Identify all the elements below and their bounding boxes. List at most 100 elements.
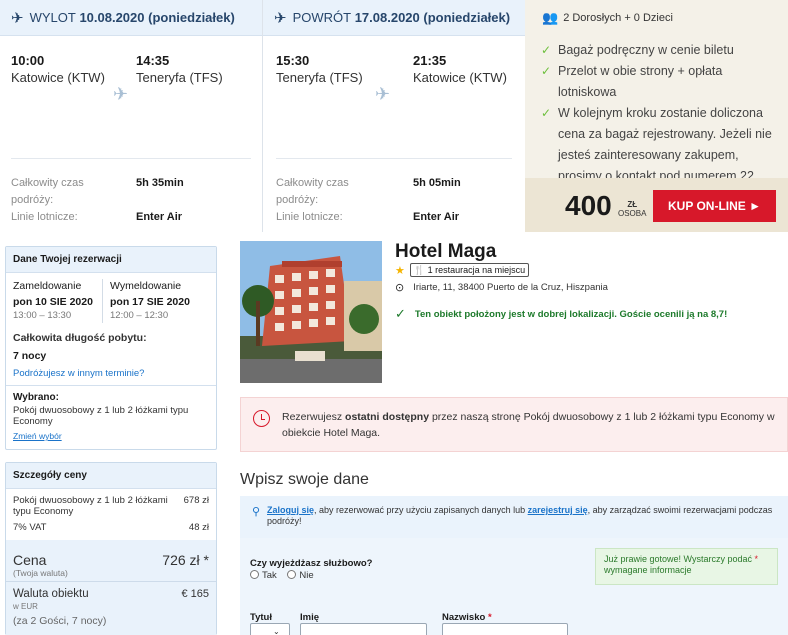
plane-icon: ✈ (375, 84, 391, 104)
outbound-airline: Enter Air (136, 211, 183, 223)
radio-yes[interactable]: Tak (250, 570, 277, 581)
radio-icon (250, 570, 259, 579)
form-title: Wpisz swoje dane (240, 471, 369, 488)
divider (6, 385, 216, 386)
inbound-label: POWRÓT (292, 10, 352, 25)
clock-icon (253, 410, 270, 427)
checkmark-icon: ✓ (395, 306, 406, 321)
vat-value: 48 zł (188, 522, 209, 533)
login-prompt: ⚲ Zaloguj się, aby rezerwować przy użyci… (240, 496, 788, 538)
star-icon: ★ (395, 264, 405, 277)
hotel-photo-image (240, 241, 382, 383)
change-choice-link[interactable]: Zmień wybór (13, 431, 62, 441)
location-note-row: ✓ Ten obiekt położony jest w dobrej loka… (395, 306, 727, 322)
cutlery-icon: 🍴 (413, 265, 426, 275)
chevron-down-icon: ⌄ (273, 627, 280, 635)
local-currency-label: Waluta obiektu (13, 588, 89, 600)
hotel-name: Hotel Maga (395, 241, 497, 262)
outbound-airline-label: Linie lotnicze: (11, 211, 78, 223)
outbound-date: 10.08.2020 (79, 10, 145, 25)
title-label: Tytuł (250, 612, 272, 623)
room-line: Pokój dwuosobowy z 1 lub 2 łóżkami typu … (13, 495, 168, 517)
inbound-airline-label: Linie lotnicze: (276, 211, 343, 223)
last-name-label: Nazwisko * (442, 612, 492, 623)
checkout-time: 12:00 – 12:30 (110, 310, 169, 321)
local-currency-sub: w EUR (13, 602, 38, 611)
checkin-date: pon 10 SIE 2020 (13, 296, 93, 308)
total-value: 726 zł * (162, 552, 209, 568)
register-link[interactable]: zarejestruj się (528, 505, 588, 515)
inbound-date: 17.08.2020 (354, 10, 420, 25)
reservation-title: Dane Twojej rezerwacji (6, 247, 216, 273)
stay-label: Całkowita długość pobytu: (13, 332, 147, 344)
hotel-address: Iriarte, 11, 38400 Puerto de la Cruz, Hi… (413, 282, 608, 293)
login-text: Zaloguj się, aby rezerwować przy użyciu … (267, 505, 773, 526)
outbound-duration-label: Całkowity czas podróży: (11, 177, 84, 206)
inbound-day: (poniedziałek) (423, 10, 511, 25)
outbound-arrival-time: 14:35 (136, 53, 170, 68)
vat-label: 7% VAT (13, 522, 47, 533)
hotel-address-row: ⊙ Iriarte, 11, 38400 Puerto de la Cruz, … (395, 281, 608, 294)
outbound-flight-panel: ✈ WYLOT 10.08.2020 (poniedziałek) 10:00 … (0, 0, 263, 232)
inbound-departure-time: 15:30 (276, 53, 310, 68)
local-currency-value: € 165 (181, 588, 209, 600)
checkout-date: pon 17 SIE 2020 (110, 296, 190, 308)
checkmark-icon: ✓ (541, 43, 552, 57)
hotel-photo[interactable] (240, 241, 382, 383)
divider (11, 158, 251, 159)
outbound-label: WYLOT (29, 10, 76, 25)
inbound-duration-label: Całkowity czas podróży: (276, 177, 349, 206)
last-name-input[interactable] (442, 623, 568, 635)
plane-takeoff-icon: ✈ (11, 9, 24, 27)
feature-item: ✓ Bagaż podręczny w cenie biletu (525, 40, 788, 61)
stay-value: 7 nocy (13, 350, 47, 362)
business-options: Tak Nie (250, 570, 314, 581)
restaurant-badge: 🍴 1 restauracja na miejscu (409, 263, 530, 277)
inbound-departure-city: Teneryfa (TFS) (276, 70, 363, 85)
other-dates-link[interactable]: Podróżujesz w innym terminie? (13, 368, 144, 379)
buy-online-button[interactable]: KUP ON-LINE ► (653, 190, 776, 222)
feature-item: ✓ Przelot w obie strony + opłata lotnisk… (525, 61, 788, 103)
outbound-departure-time: 10:00 (11, 53, 45, 68)
divider (276, 158, 512, 159)
last-room-alert: Rezerwujesz ostatni dostępny przez naszą… (240, 397, 788, 452)
radio-no[interactable]: Nie (287, 570, 314, 581)
total-sub: (Twoja waluta) (13, 568, 68, 578)
location-pin-icon: ⊙ (395, 282, 405, 294)
title-select[interactable]: ⌄ (250, 623, 290, 635)
location-note: Ten obiekt położony jest w dobrej lokali… (414, 308, 728, 320)
plane-icon: ✈ (113, 84, 129, 104)
radio-icon (287, 570, 297, 579)
outbound-arrival-city: Teneryfa (TFS) (136, 70, 223, 85)
almost-done-hint: Już prawie gotowe! Wystarczy podać * wyma… (595, 548, 778, 585)
room-price: 678 zł (183, 495, 209, 506)
inbound-airline: Enter Air (413, 211, 460, 223)
checkout-label: Wymeldowanie (110, 280, 182, 292)
total-label: Cena (13, 552, 47, 568)
inbound-arrival-city: Katowice (KTW) (413, 70, 507, 85)
price-details-box: Szczegóły ceny Pokój dwuosobowy z 1 lub … (5, 462, 217, 635)
business-question: Czy wyjeżdżasz służbowo? (250, 558, 373, 569)
outbound-day: (poniedziałek) (148, 10, 235, 25)
people-icon: 👥 (542, 10, 559, 25)
first-name-input[interactable] (300, 623, 427, 635)
inbound-flight-panel: ✈ POWRÓT 17.08.2020 (poniedziałek) 15:30… (263, 0, 525, 232)
checkin-time: 13:00 – 13:30 (13, 310, 72, 321)
reservation-box: Dane Twojej rezerwacji Zameldowanie pon … (5, 246, 217, 450)
guest-form: Czy wyjeżdżasz służbowo? Tak Nie Już pra… (240, 538, 788, 635)
passengers-row: 👥 2 Dorosłych + 0 Dzieci (525, 0, 788, 36)
first-name-label: Imię (300, 612, 320, 623)
price-unit: ZŁ OSOBA (618, 200, 647, 218)
outbound-duration: 5h 35min (136, 177, 184, 189)
alert-text: Rezerwujesz ostatni dostępny przez naszą… (282, 411, 775, 439)
inbound-arrival-time: 21:35 (413, 53, 447, 68)
price-value: 400 (565, 190, 612, 221)
user-icon: ⚲ (252, 506, 261, 518)
login-link[interactable]: Zaloguj się (267, 505, 314, 515)
outbound-departure-city: Katowice (KTW) (11, 70, 105, 85)
guests-nights: (za 2 Gości, 7 nocy) (13, 615, 107, 627)
price-details-title: Szczegóły ceny (6, 463, 216, 489)
divider (102, 279, 103, 323)
outbound-header: ✈ WYLOT 10.08.2020 (poniedziałek) (0, 0, 262, 36)
divider (6, 581, 216, 582)
